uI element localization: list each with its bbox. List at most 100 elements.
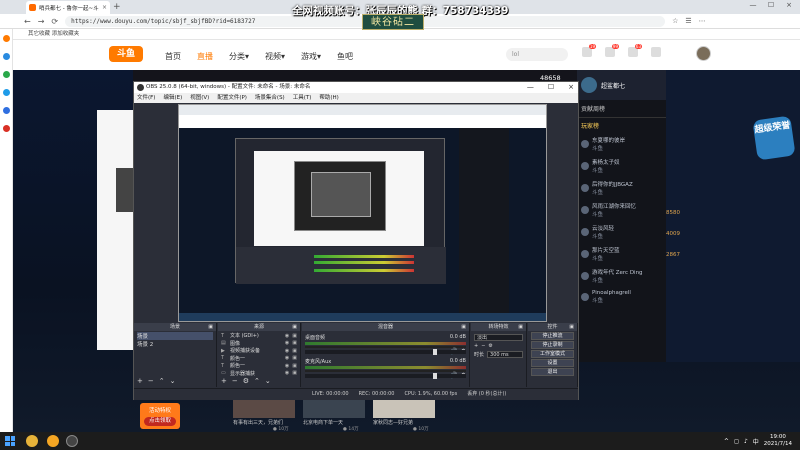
close-window-button[interactable]: × — [782, 1, 796, 9]
nav-home[interactable]: 首页 — [165, 51, 181, 62]
stop-streaming-button[interactable]: 停止推流 — [531, 332, 574, 340]
source-row[interactable]: T 颜色一 ◉ ▣ — [221, 355, 297, 363]
add-transition-icon[interactable]: + — [474, 343, 478, 349]
lock-icon[interactable]: ▣ — [292, 363, 297, 369]
source-row[interactable]: ▭ 显示器捕获 ◉ ▣ — [221, 370, 297, 378]
reload-button[interactable]: ⟳ — [51, 17, 58, 26]
move-down-icon[interactable]: ⌄ — [265, 377, 271, 385]
remove-transition-icon[interactable]: − — [481, 343, 485, 349]
menu-scene-collection[interactable]: 场景集合(S) — [255, 93, 285, 103]
source-row[interactable]: ▶ 视频捕获设备 ◉ ▣ — [221, 347, 297, 355]
side-video-thumb[interactable] — [116, 168, 133, 212]
side-app-icon[interactable] — [3, 107, 10, 114]
menu-edit[interactable]: 编辑(E) — [163, 93, 182, 103]
scene-item[interactable]: 场景 — [137, 332, 213, 340]
add-source-icon[interactable]: + — [221, 377, 227, 385]
recommend-thumb[interactable] — [303, 398, 365, 418]
new-tab-button[interactable]: + — [113, 2, 121, 12]
nav-game[interactable]: 游戏▾ — [301, 51, 321, 62]
obs-minimize-button[interactable]: — — [527, 82, 534, 93]
network-icon[interactable]: ◻ — [734, 438, 739, 445]
move-down-icon[interactable]: ⌄ — [170, 377, 176, 385]
back-button[interactable]: ← — [24, 17, 31, 26]
menu-profile[interactable]: 配置文件(P) — [217, 93, 247, 103]
browser-app-icon[interactable] — [26, 435, 38, 447]
source-row[interactable]: T 文本 (GDI+) ◉ ▣ — [221, 332, 297, 340]
remove-scene-icon[interactable]: − — [148, 377, 154, 385]
lock-icon[interactable]: ▣ — [292, 370, 297, 376]
visibility-eye-icon[interactable]: ◉ — [285, 370, 289, 376]
avatar[interactable] — [696, 46, 711, 61]
volume-slider[interactable] — [305, 373, 466, 379]
close-tab-icon[interactable]: × — [102, 4, 107, 11]
volume-icon[interactable]: ♪ — [744, 438, 748, 445]
rank-row[interactable]: 风雨江湖你来回忆 斗鱼 — [577, 199, 666, 221]
menu-view[interactable]: 视图(V) — [190, 93, 209, 103]
lock-icon[interactable]: ▣ — [292, 348, 297, 354]
browser-tab[interactable]: 哨兵都七 - 鲁你一起~斗鱼·每个... × — [26, 1, 110, 14]
menu-tools[interactable]: 工具(T) — [293, 93, 312, 103]
recommend-thumb[interactable] — [373, 398, 435, 418]
side-app-icon[interactable] — [3, 71, 10, 78]
tray-expand-icon[interactable]: ^ — [724, 438, 729, 445]
minimize-button[interactable]: — — [746, 1, 760, 9]
transition-select[interactable]: 淡出 — [474, 334, 523, 341]
source-settings-icon[interactable]: ⚙ — [243, 377, 249, 385]
volume-knob[interactable] — [433, 349, 437, 355]
maximize-button[interactable]: ☐ — [764, 1, 778, 9]
recommend-caption[interactable]: 有事有出三天，兄弟们 — [233, 419, 303, 426]
rank-row[interactable]: Pinoalphagrell 斗鱼 — [577, 287, 666, 307]
side-app-icon[interactable] — [3, 35, 10, 42]
move-up-icon[interactable]: ⌃ — [254, 377, 260, 385]
visibility-eye-icon[interactable]: ◉ — [285, 340, 289, 346]
lock-icon[interactable]: ▣ — [292, 333, 297, 339]
stop-recording-button[interactable]: 停止录制 — [531, 341, 574, 349]
studio-mode-button[interactable]: 工作室模式 — [531, 350, 574, 358]
douyu-search-input[interactable]: lol — [506, 48, 568, 61]
lock-icon[interactable]: ▣ — [292, 340, 297, 346]
app-icon[interactable] — [47, 435, 59, 447]
anchor-avatar[interactable] — [581, 77, 597, 93]
remove-source-icon[interactable]: − — [232, 377, 238, 385]
rank-row[interactable]: 云淡风轻 斗鱼 — [577, 221, 666, 243]
menu-file[interactable]: 文件(F) — [137, 93, 155, 103]
bookmark-star-icon[interactable]: ☆ — [672, 17, 678, 25]
visibility-eye-icon[interactable]: ◉ — [285, 333, 289, 339]
volume-slider[interactable] — [305, 349, 466, 355]
message-icon[interactable]: 63 — [628, 44, 642, 57]
rank-row[interactable]: 东夏哪的彼岸 斗鱼 — [577, 133, 666, 155]
nav-live[interactable]: 直播 — [197, 51, 213, 62]
rank-row[interactable]: 游戏年代 Zerc Ding 斗鱼 — [577, 265, 666, 287]
rank-row[interactable]: 后得你的JJBGAZ 斗鱼 — [577, 177, 666, 199]
nav-category[interactable]: 分类▾ — [229, 51, 249, 62]
clock[interactable]: 19:00 2021/7/14 — [764, 434, 792, 448]
source-row[interactable]: T 颜色一 ◉ ▣ — [221, 362, 297, 370]
obs-app-icon[interactable] — [66, 435, 78, 447]
promo-badge[interactable]: 超级荣誉 — [752, 115, 796, 161]
settings-button[interactable]: 设置 — [531, 359, 574, 367]
rank-tab[interactable]: 贡献周榜 — [577, 100, 666, 118]
gear-icon[interactable]: ⚙ — [488, 343, 492, 349]
ime-icon[interactable]: 中 — [753, 437, 759, 446]
obs-preview[interactable] — [178, 104, 547, 322]
duration-input[interactable]: 300 ms — [487, 351, 523, 358]
side-app-icon[interactable] — [3, 89, 10, 96]
visibility-eye-icon[interactable]: ◉ — [285, 363, 289, 369]
history-icon[interactable]: 19 — [582, 44, 596, 57]
nav-yuba[interactable]: 鱼吧 — [337, 51, 353, 62]
nav-video[interactable]: 视频▾ — [265, 51, 285, 62]
start-windows-icon[interactable] — [5, 436, 15, 446]
visibility-eye-icon[interactable]: ◉ — [285, 355, 289, 361]
rank-row[interactable]: 那片天空蓝 斗鱼 — [577, 243, 666, 265]
more-icon[interactable]: ⋯ — [699, 17, 706, 25]
add-scene-icon[interactable]: + — [137, 377, 143, 385]
recommend-thumb[interactable] — [233, 398, 295, 418]
douyu-logo[interactable]: 斗鱼 — [109, 46, 143, 62]
volume-knob[interactable] — [433, 373, 437, 379]
obs-maximize-button[interactable]: ☐ — [548, 82, 554, 93]
obs-titlebar[interactable]: OBS 25.0.8 (64-bit, windows) - 配置文件: 未命名… — [134, 82, 578, 93]
exit-button[interactable]: 退出 — [531, 368, 574, 376]
source-row[interactable]: ▤ 图像 ◉ ▣ — [221, 340, 297, 348]
side-app-icon[interactable] — [3, 125, 10, 132]
scene-item[interactable]: 场景 2 — [137, 340, 213, 348]
